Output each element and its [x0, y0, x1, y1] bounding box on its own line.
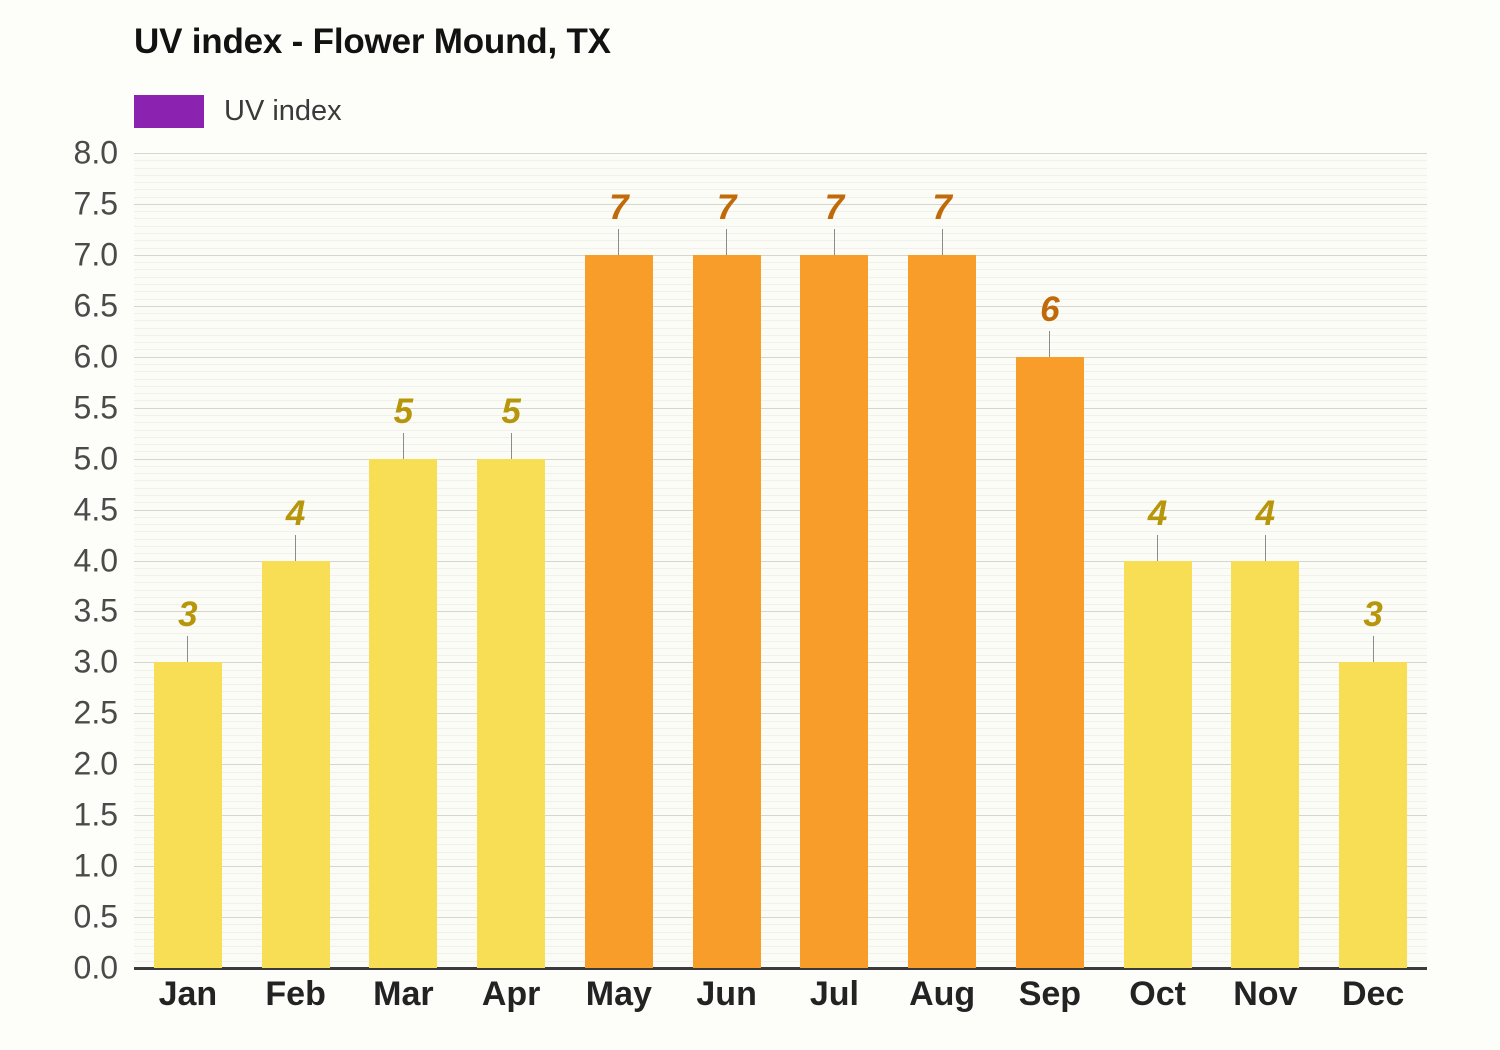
y-axis-tick-label: 1.5: [73, 796, 118, 833]
bar-apr[interactable]: 5: [477, 153, 546, 968]
bar-leader-line: [1372, 636, 1374, 663]
y-axis-tick-label: 5.0: [73, 440, 118, 477]
x-axis-tick-label-jul: Jul: [809, 975, 859, 1013]
x-axis: Jan Feb Mar Apr May Jun Jul Aug Sep Oct Nov Dec: [134, 975, 1427, 1035]
bar-leader-line: [833, 228, 835, 255]
bar-value-label: 4: [285, 493, 306, 533]
x-axis-tick-label-jun: Jun: [696, 975, 757, 1013]
bar-rect[interactable]: [477, 458, 546, 968]
bar-rect[interactable]: [1339, 662, 1408, 968]
y-axis-tick-label: 0.5: [73, 898, 118, 935]
bar-oct[interactable]: 4: [1123, 153, 1192, 968]
bar-value-label: 7: [932, 187, 952, 227]
x-axis-tick-label-may: May: [585, 975, 652, 1013]
y-axis-tick-label: 5.5: [73, 389, 118, 426]
bar-value-label: 6: [1040, 289, 1060, 329]
y-axis-tick-label: 4.0: [73, 542, 118, 578]
y-axis-tick-label: 2.5: [73, 694, 118, 731]
bar-sep[interactable]: 6: [1015, 153, 1084, 968]
bar-leader-line: [618, 228, 620, 255]
x-axis-tick-label-dec: Dec: [1341, 975, 1405, 1013]
bar-rect[interactable]: [1123, 560, 1192, 968]
bar-aug[interactable]: 7: [908, 153, 977, 968]
bar-leader-line: [402, 432, 404, 459]
bar-jan[interactable]: 3: [153, 153, 222, 968]
x-axis-tick-label-jan: Jan: [158, 975, 218, 1013]
bar-rect[interactable]: [800, 254, 869, 968]
y-axis-tick-label: 7.0: [73, 236, 118, 273]
uv-index-bar-chart: UV index - Flower Mound, TX UV index 0.0…: [0, 0, 1500, 1050]
bar-may[interactable]: 7: [584, 153, 653, 968]
y-axis-tick-label: 0.0: [73, 949, 118, 986]
bar-leader-line: [941, 228, 943, 255]
bar-mar[interactable]: 5: [369, 153, 438, 968]
y-axis-tick-label: 4.5: [73, 491, 118, 528]
bar-leader-line: [295, 534, 297, 561]
bar-rect[interactable]: [908, 254, 977, 968]
bar-leader-line: [1157, 534, 1159, 561]
x-axis-tick-label-oct: Oct: [1129, 975, 1186, 1013]
bar-rect[interactable]: [692, 254, 761, 968]
y-axis-tick-label: 6.0: [73, 338, 118, 375]
x-axis-tick-label-apr: Apr: [481, 975, 541, 1013]
y-axis-tick-label: 7.5: [73, 185, 118, 222]
chart-legend: UV index: [134, 94, 342, 128]
x-axis-tick-label-feb: Feb: [265, 975, 326, 1013]
legend-swatch-uv-index: [134, 94, 204, 128]
bar-rect[interactable]: [584, 254, 653, 968]
bar-rect[interactable]: [1015, 356, 1084, 968]
bar-leader-line: [1264, 534, 1266, 561]
bar-leader-line: [1049, 330, 1051, 357]
x-axis-tick-label-sep: Sep: [1018, 975, 1082, 1013]
bar-dec[interactable]: 3: [1339, 153, 1408, 968]
bar-value-label: 3: [1363, 595, 1383, 635]
y-axis: 0.0 0.5 1.0 1.5 2.0 2.5 3.0 3.5 4.0 4.5 5.0 5.5 6.0 6…: [0, 135, 118, 986]
y-axis-tick-label: 8.0: [73, 134, 118, 171]
bar-value-label: 3: [178, 595, 198, 635]
y-axis-tick-label: 1.0: [73, 847, 118, 884]
bar-value-label: 5: [393, 391, 414, 431]
x-axis-tick-label-aug: Aug: [909, 975, 976, 1013]
x-axis-tick-label-mar: Mar: [373, 975, 434, 1013]
legend-label-uv-index: UV index: [224, 94, 342, 127]
y-axis-tick-label: 2.0: [73, 745, 118, 782]
bar-value-label: 7: [824, 187, 845, 227]
bar-value-label: 4: [1147, 493, 1168, 533]
bar-value-label: 5: [501, 391, 521, 431]
bar-value-label: 7: [716, 187, 737, 227]
bar-nov[interactable]: 4: [1231, 153, 1300, 968]
bar-value-label: 4: [1255, 493, 1276, 533]
bar-leader-line: [187, 636, 189, 663]
y-axis-tick-label: 3.5: [73, 592, 118, 629]
chart-title: UV index - Flower Mound, TX: [134, 22, 611, 61]
y-axis-tick-label: 6.5: [73, 287, 118, 324]
y-axis-tick-label: 3.0: [73, 643, 118, 680]
bar-value-label: 7: [609, 187, 629, 227]
bar-leader-line: [510, 432, 512, 459]
bar-rect[interactable]: [1231, 560, 1300, 968]
bars-layer: 3 4 5 5 7 7 7 7 6 4 4 3: [134, 153, 1427, 968]
x-axis-tick-label-nov: Nov: [1233, 975, 1298, 1013]
bar-rect[interactable]: [153, 662, 222, 968]
bar-feb[interactable]: 4: [261, 153, 330, 968]
bar-rect[interactable]: [261, 560, 330, 968]
bar-jul[interactable]: 7: [800, 153, 869, 968]
bar-rect[interactable]: [369, 458, 438, 968]
bar-leader-line: [726, 228, 728, 255]
bar-jun[interactable]: 7: [692, 153, 761, 968]
